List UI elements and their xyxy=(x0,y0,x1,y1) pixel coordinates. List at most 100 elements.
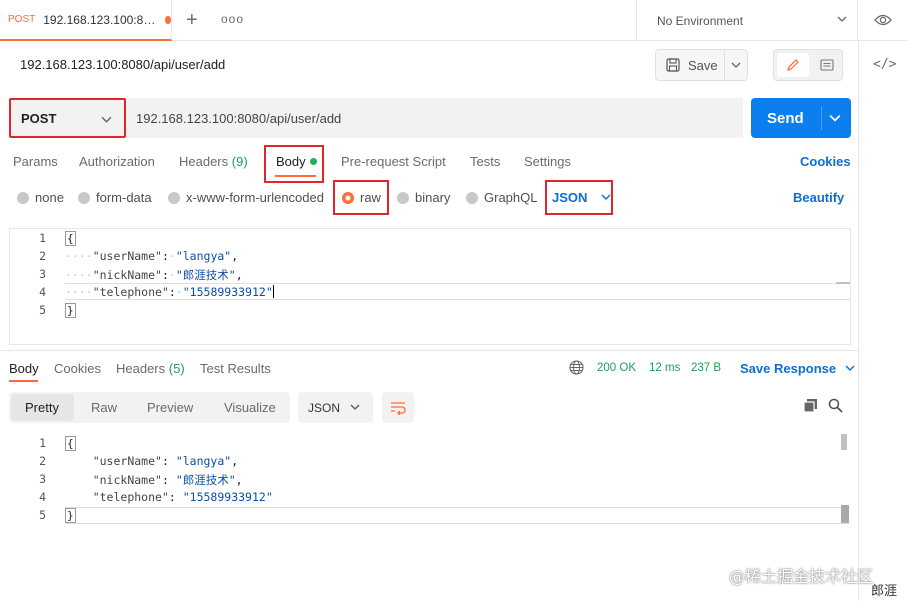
tab-headers[interactable]: Headers (9) xyxy=(179,154,248,169)
tab-title: 192.168.123.100:8… xyxy=(43,12,156,27)
view-preview[interactable]: Preview xyxy=(147,400,193,415)
response-tab-headers[interactable]: Headers (5) xyxy=(116,361,185,376)
view-visualize[interactable]: Visualize xyxy=(224,400,276,415)
tab-authorization[interactable]: Authorization xyxy=(79,154,155,169)
globe-icon[interactable] xyxy=(569,360,584,375)
radio-binary[interactable]: binary xyxy=(397,190,450,205)
response-scroll-marker xyxy=(841,505,849,523)
response-active-underline xyxy=(9,380,38,382)
environment-label: No Environment xyxy=(657,13,744,28)
editor-scroll-marker xyxy=(836,282,850,284)
comment-icon[interactable] xyxy=(814,53,840,77)
unsaved-dot xyxy=(165,15,171,24)
view-raw[interactable]: Raw xyxy=(91,400,117,415)
response-format-select[interactable]: JSON xyxy=(298,392,373,423)
tab-prerequest-script[interactable]: Pre-request Script xyxy=(341,154,446,169)
response-time[interactable]: 12 ms xyxy=(649,362,680,374)
send-button[interactable]: Send xyxy=(751,98,851,138)
request-tab[interactable]: POST 192.168.123.100:8… xyxy=(0,0,172,41)
json-key: "nickName" xyxy=(92,268,162,282)
radio-none-label: none xyxy=(35,190,64,205)
json-key: "telephone" xyxy=(92,285,169,299)
response-line-numbers: 1 2 3 4 5 xyxy=(39,436,46,522)
chevron-down-icon xyxy=(101,116,112,123)
tab-body[interactable]: Body xyxy=(276,154,317,169)
more-tabs-icon[interactable]: ooo xyxy=(221,12,244,26)
json-key: "nickName" xyxy=(92,473,162,487)
response-code: { "userName": "langya", "nickName": "郎涯技… xyxy=(65,436,273,523)
cookies-link[interactable]: Cookies xyxy=(800,154,851,169)
json-key: "userName" xyxy=(92,249,162,263)
save-label: Save xyxy=(688,57,718,73)
open-brace: { xyxy=(65,231,76,246)
search-icon[interactable] xyxy=(828,398,843,413)
response-tab-headers-count: (5) xyxy=(168,361,185,376)
json-value: "langya" xyxy=(175,249,232,263)
close-brace: } xyxy=(65,303,76,318)
tab-params[interactable]: Params xyxy=(13,154,58,169)
copy-icon[interactable] xyxy=(803,398,818,413)
tab-headers-count: (9) xyxy=(231,154,248,169)
language-label: JSON xyxy=(552,190,588,205)
eye-icon[interactable] xyxy=(874,13,892,27)
chevron-down-icon xyxy=(845,365,855,371)
json-value: "郎涯技术" xyxy=(175,268,236,282)
radio-none[interactable]: none xyxy=(17,190,64,205)
request-title[interactable]: 192.168.123.100:8080/api/user/add xyxy=(20,57,225,72)
radio-binary-label: binary xyxy=(415,190,451,205)
json-key: "telephone" xyxy=(92,490,169,504)
radio-urlencoded-label: x-www-form-urlencoded xyxy=(186,190,324,205)
radio-graphql-label: GraphQL xyxy=(484,190,538,205)
url-input[interactable]: 192.168.123.100:8080/api/user/add xyxy=(126,98,743,138)
chevron-down-icon xyxy=(601,194,611,200)
json-value: "郎涯技术" xyxy=(175,473,236,487)
radio-form-data[interactable]: form-data xyxy=(78,190,152,205)
json-key: "userName" xyxy=(92,454,162,468)
radio-graphql[interactable]: GraphQL xyxy=(466,190,537,205)
radio-form-data-label: form-data xyxy=(96,190,152,205)
json-value: "15589933912" xyxy=(182,285,273,299)
send-label: Send xyxy=(767,109,804,127)
radio-urlencoded[interactable]: x-www-form-urlencoded xyxy=(168,190,324,205)
pencil-icon[interactable] xyxy=(777,53,809,77)
response-tab-test-results[interactable]: Test Results xyxy=(200,361,271,376)
wrap-lines-button[interactable] xyxy=(382,392,414,423)
environment-select[interactable]: No Environment xyxy=(636,0,858,41)
tab-method: POST xyxy=(8,14,36,25)
status-code[interactable]: 200 OK xyxy=(597,362,636,374)
save-button[interactable]: Save xyxy=(655,49,748,81)
tab-tests[interactable]: Tests xyxy=(470,154,500,169)
response-size[interactable]: 237 B xyxy=(691,362,721,374)
save-icon xyxy=(666,58,680,72)
body-indicator-dot xyxy=(309,158,317,165)
new-tab-plus-icon[interactable]: + xyxy=(186,9,198,32)
beautify-link[interactable]: Beautify xyxy=(793,190,844,205)
method-select[interactable]: POST xyxy=(9,98,126,138)
save-response-button[interactable]: Save Response xyxy=(740,361,855,376)
language-select[interactable]: JSON xyxy=(552,190,611,205)
tab-headers-label: Headers xyxy=(179,154,229,169)
view-pretty[interactable]: Pretty xyxy=(25,400,59,415)
view-toggle[interactable] xyxy=(773,49,843,81)
chevron-down-icon[interactable] xyxy=(829,112,841,124)
json-value: "15589933912" xyxy=(182,490,273,504)
wrap-icon xyxy=(391,401,406,415)
watermark: @稀土掘金技术社区 xyxy=(729,567,874,586)
request-line-numbers: 1 2 3 4 5 xyxy=(39,231,46,317)
response-tab-body[interactable]: Body xyxy=(9,361,39,376)
radio-raw[interactable]: raw xyxy=(342,190,381,205)
author-label: 郎涯 xyxy=(871,584,898,599)
code-icon[interactable]: </> xyxy=(873,57,896,72)
text-cursor xyxy=(272,285,274,298)
response-tab-cookies[interactable]: Cookies xyxy=(54,361,101,376)
active-tab-underline xyxy=(275,175,316,177)
response-scrollbar-thumb[interactable] xyxy=(841,434,847,450)
response-format-label: JSON xyxy=(308,400,341,415)
open-brace: { xyxy=(65,436,76,451)
right-sidebar xyxy=(858,41,907,601)
chevron-down-icon xyxy=(837,16,847,22)
chevron-down-icon[interactable] xyxy=(731,60,741,70)
tab-settings[interactable]: Settings xyxy=(524,154,571,169)
request-code: { ····"userName":·"langya", ····"nickNam… xyxy=(65,231,274,318)
response-tab-headers-label: Headers xyxy=(116,361,166,376)
